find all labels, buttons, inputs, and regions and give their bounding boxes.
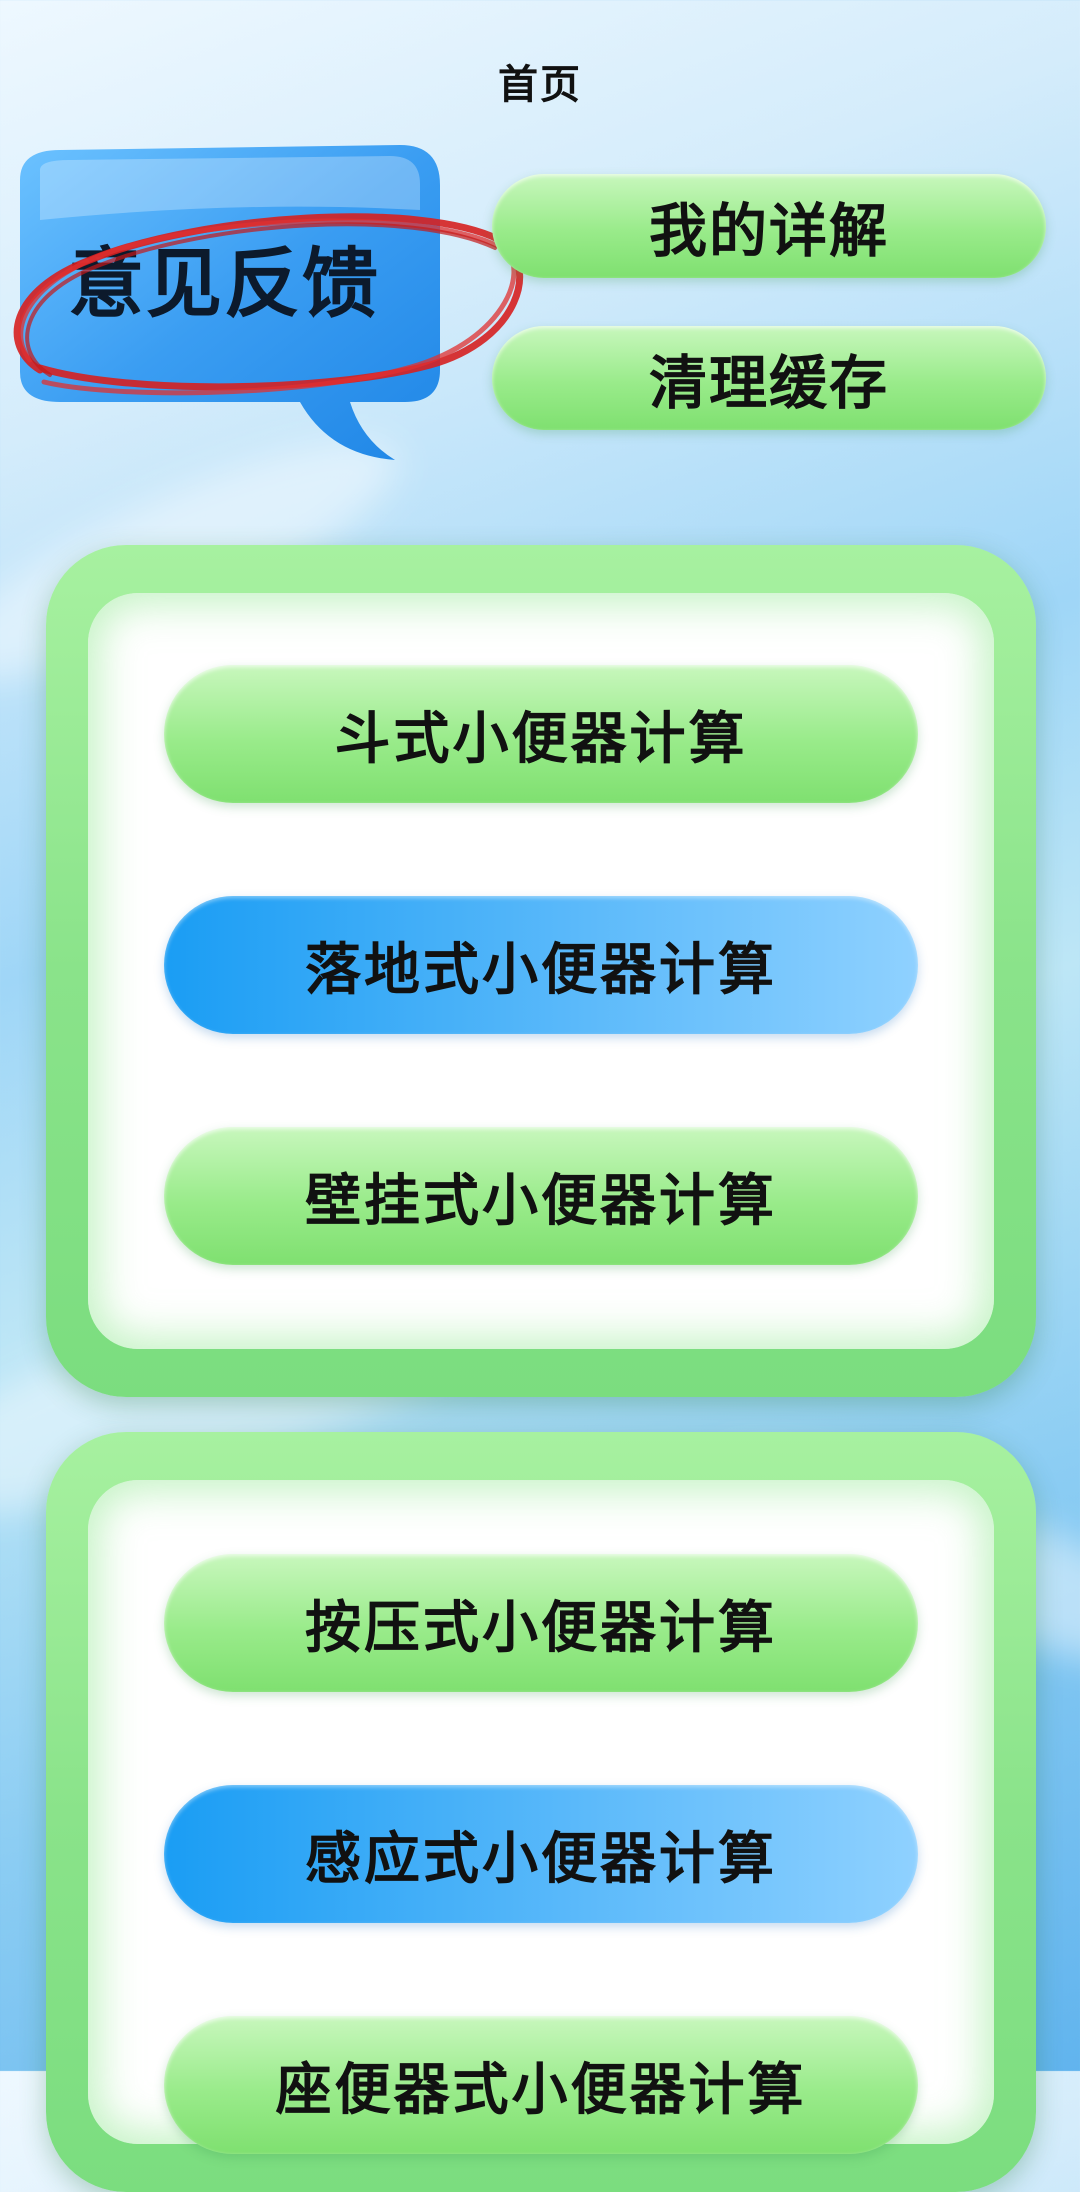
bucket-urinal-calc-button[interactable]: 斗式小便器计算: [164, 665, 918, 803]
floor-urinal-calc-button[interactable]: 落地式小便器计算: [164, 896, 918, 1034]
feedback-label: 意见反馈: [68, 239, 380, 328]
my-details-button[interactable]: 我的详解: [492, 174, 1046, 278]
page-title: 首页: [498, 62, 582, 108]
clear-cache-button[interactable]: 清理缓存: [492, 326, 1046, 430]
toilet-style-urinal-calc-button[interactable]: 座便器式小便器计算: [164, 2016, 918, 2154]
push-urinal-calc-button[interactable]: 按压式小便器计算: [164, 1554, 918, 1692]
wall-hung-urinal-calc-button[interactable]: 壁挂式小便器计算: [164, 1127, 918, 1265]
calculator-panel-1: 斗式小便器计算 落地式小便器计算 壁挂式小便器计算: [46, 545, 1036, 1397]
sensor-urinal-calc-button[interactable]: 感应式小便器计算: [164, 1785, 918, 1923]
feedback-button[interactable]: 意见反馈: [0, 140, 524, 480]
calculator-panel-2: 按压式小便器计算 感应式小便器计算 座便器式小便器计算: [46, 1432, 1036, 2192]
